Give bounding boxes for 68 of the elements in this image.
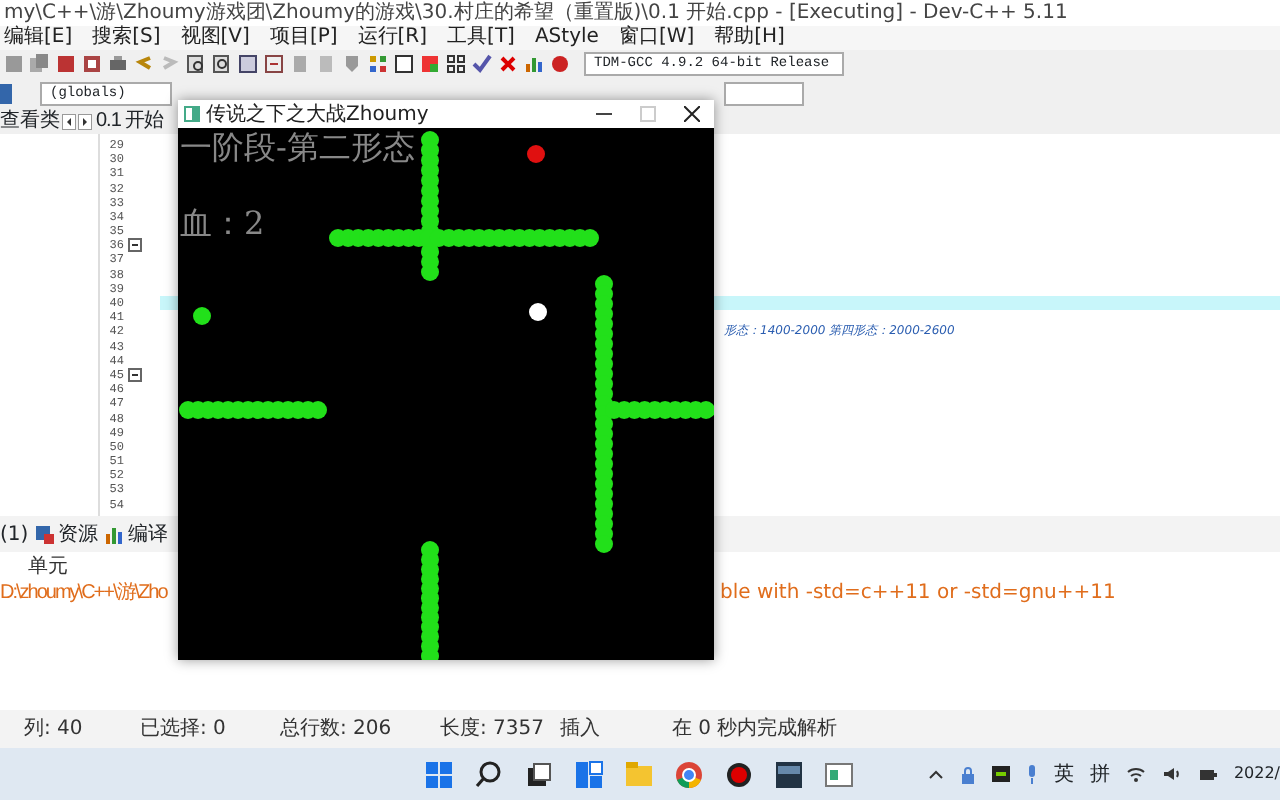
menu-item[interactable]: 编辑[E] bbox=[4, 26, 73, 49]
ball bbox=[527, 145, 545, 163]
colors-icon[interactable] bbox=[420, 54, 440, 75]
close-icon[interactable] bbox=[684, 106, 700, 122]
left-arrow-icon[interactable] bbox=[62, 113, 76, 130]
health-text: 血：2 bbox=[180, 204, 265, 244]
input-method-indicator[interactable]: 拼 bbox=[1089, 759, 1110, 790]
ball bbox=[193, 307, 211, 325]
menu-item[interactable]: 运行[R] bbox=[357, 26, 428, 49]
fold-icon[interactable] bbox=[128, 367, 142, 382]
panel-tab[interactable]: (1) bbox=[0, 519, 29, 550]
chevron-up-icon[interactable] bbox=[927, 768, 944, 781]
tiles-icon[interactable] bbox=[446, 54, 466, 75]
file-tab[interactable]: 0.1 开始 bbox=[96, 106, 164, 137]
menu-item[interactable]: 工具[T] bbox=[447, 26, 515, 49]
gpu-icon[interactable] bbox=[991, 766, 1010, 783]
right-arrow-icon[interactable] bbox=[78, 113, 92, 130]
status-text: 在 0 秒内完成解析 bbox=[672, 715, 840, 745]
find-icon[interactable] bbox=[186, 54, 206, 75]
column-header: 单元 bbox=[26, 553, 70, 579]
menu-item[interactable]: 帮助[H] bbox=[714, 26, 785, 49]
menu-item[interactable]: AStyle bbox=[534, 26, 599, 49]
status-text: 列: 40 bbox=[22, 716, 85, 745]
menu-item[interactable]: 项目[P] bbox=[269, 26, 338, 49]
resources-icon bbox=[36, 525, 55, 544]
replace-icon[interactable] bbox=[212, 54, 232, 75]
clock-text[interactable]: 2022/ bbox=[1233, 762, 1280, 787]
speaker-icon[interactable] bbox=[1161, 766, 1182, 783]
panel-tab[interactable]: 编译 bbox=[128, 519, 169, 550]
ball bbox=[529, 303, 547, 321]
class-tab[interactable]: 查看类 bbox=[0, 106, 60, 137]
search-icon[interactable] bbox=[474, 759, 504, 790]
chart-icon[interactable] bbox=[524, 54, 544, 75]
widgets-icon[interactable] bbox=[574, 759, 604, 790]
panel-tab[interactable]: 资源 bbox=[58, 519, 99, 550]
window-icon[interactable] bbox=[394, 54, 414, 75]
windows-logo-icon[interactable] bbox=[424, 759, 454, 790]
message-unit: D:\zhoumy\C++\游\Zho bbox=[0, 580, 167, 609]
message-text: ble with -std=c++11 or -std=gnu++11 bbox=[720, 580, 1116, 609]
microphone-icon[interactable] bbox=[1025, 764, 1038, 785]
cross-icon[interactable] bbox=[498, 54, 518, 75]
menu-item[interactable]: 窗口[W] bbox=[618, 26, 695, 49]
task-view-icon[interactable] bbox=[524, 759, 554, 790]
input-method-indicator[interactable]: 英 bbox=[1053, 759, 1074, 790]
wifi-icon[interactable] bbox=[1125, 766, 1146, 783]
undo-icon[interactable] bbox=[134, 54, 154, 75]
lock-icon[interactable] bbox=[959, 765, 976, 784]
print-icon[interactable] bbox=[108, 54, 128, 75]
status-text: 长度: 7357 bbox=[440, 715, 546, 745]
fold-icon[interactable] bbox=[128, 238, 142, 253]
check-icon[interactable] bbox=[472, 54, 492, 75]
grid-icon[interactable] bbox=[368, 54, 388, 75]
window-title: my\C++\游\Zhoumy游戏团\Zhoumy的游戏\30.村庄的希望（重置版)\0.1 开始.cpp - [Executing] - Dev-C++ 5.11 bbox=[0, 0, 1280, 26]
documents-icon[interactable] bbox=[30, 54, 50, 75]
browser-icon[interactable] bbox=[674, 759, 704, 790]
chart-icon bbox=[106, 525, 125, 544]
battery-icon[interactable] bbox=[1197, 766, 1218, 783]
menu-item[interactable]: 视图[V] bbox=[180, 26, 250, 49]
app-icon bbox=[184, 106, 200, 122]
status-text: 已选择: 0 bbox=[140, 715, 228, 745]
stage-text: 一阶段-第二形态 bbox=[180, 128, 415, 168]
status-text: 插入 bbox=[560, 715, 602, 745]
record-icon[interactable] bbox=[724, 759, 754, 790]
status-text: 总行数: 206 bbox=[280, 715, 394, 745]
menu-item[interactable]: 搜索[S] bbox=[92, 26, 161, 49]
game-window-title: 传说之下之大战Zhoumy bbox=[206, 101, 429, 129]
horizontal-dot-wall bbox=[605, 401, 714, 419]
vertical-dot-wall bbox=[421, 541, 439, 660]
